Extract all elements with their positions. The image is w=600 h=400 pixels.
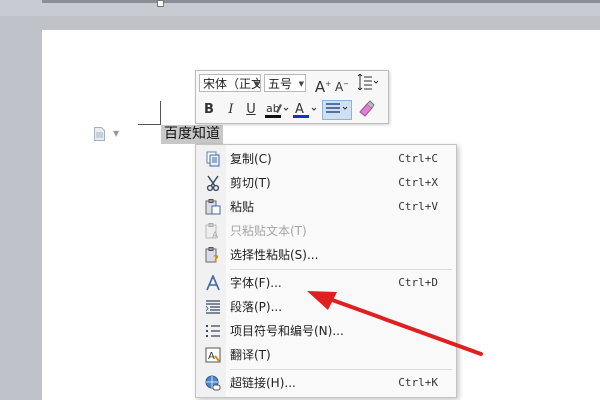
- font-name-value: 宋体（正文）: [203, 77, 260, 91]
- menu-item-paste-text-only: A 只粘贴文本(T): [196, 219, 456, 243]
- margin-corner-mark: [138, 124, 160, 125]
- paste-text-icon: A: [205, 223, 219, 239]
- font-name-select[interactable]: 宋体（正文） ▼: [199, 74, 261, 92]
- menu-item-label: 项目符号和编号(N)...: [230, 324, 344, 338]
- menu-item-font[interactable]: 字体(F)... Ctrl+D: [196, 271, 456, 295]
- shrink-font-icon: A: [334, 80, 344, 94]
- line-spacing-icon: [357, 73, 379, 91]
- menu-item-label: 只粘贴文本(T): [230, 224, 307, 238]
- menu-separator: [230, 269, 452, 270]
- svg-text:A: A: [212, 231, 219, 239]
- menu-item-label: 粘贴: [230, 200, 255, 214]
- menu-item-shortcut: Ctrl+K: [398, 376, 438, 389]
- grow-font-button[interactable]: A+: [314, 74, 332, 96]
- menu-item-shortcut: Ctrl+D: [398, 276, 438, 289]
- line-spacing-button[interactable]: [354, 73, 380, 94]
- font-color-icon: A: [293, 102, 317, 118]
- indent-marker[interactable]: [157, 0, 164, 7]
- shrink-font-button[interactable]: A−: [334, 74, 350, 94]
- highlighter-icon: ab: [265, 102, 289, 118]
- font-size-value: 五号: [268, 77, 293, 91]
- paragraph-layout-icon[interactable]: [94, 127, 105, 141]
- menu-item-label: 复制(C): [230, 152, 272, 166]
- paste-special-icon: ?: [205, 247, 219, 263]
- bold-button[interactable]: B: [200, 100, 218, 120]
- font-color-button[interactable]: A: [292, 100, 318, 120]
- menu-item-label: 翻译(T): [230, 348, 271, 362]
- format-painter-button[interactable]: [356, 100, 376, 120]
- align-justify-icon: [326, 103, 348, 113]
- svg-text:ab: ab: [266, 102, 280, 115]
- ruler-band: [42, 0, 600, 3]
- toolbar-row-1: 宋体（正文） ▼ 五号 ▼ A+ A−: [196, 71, 388, 97]
- menu-item-label: 超链接(H)...: [230, 376, 296, 390]
- svg-text:A: A: [208, 351, 215, 362]
- eraser-icon: [359, 100, 375, 117]
- mini-format-toolbar: 宋体（正文） ▼ 五号 ▼ A+ A− B I U ab: [195, 70, 389, 124]
- menu-item-cut[interactable]: 剪切(T) Ctrl+X: [196, 171, 456, 195]
- margin-corner-mark-vertical: [160, 101, 161, 125]
- paragraph-icon: [205, 300, 220, 314]
- paste-icon: [205, 199, 221, 215]
- menu-item-label: 剪切(T): [230, 176, 271, 190]
- menu-item-bullets-numbering[interactable]: 项目符号和编号(N)...: [196, 319, 456, 343]
- toolbar-row-2: B I U ab A: [196, 97, 388, 123]
- top-ruler: [0, 0, 600, 16]
- list-icon: [206, 325, 220, 337]
- hyperlink-globe-icon: [205, 375, 221, 391]
- chevron-down-icon[interactable]: ▼: [113, 129, 119, 138]
- chevron-down-icon: ▼: [298, 80, 304, 88]
- font-icon: [206, 275, 220, 291]
- menu-separator: [230, 369, 452, 370]
- menu-item-translate[interactable]: A 翻译(T): [196, 343, 456, 367]
- scissors-icon: [206, 175, 220, 191]
- align-button[interactable]: [322, 100, 352, 120]
- menu-item-paste[interactable]: 粘贴 Ctrl+V: [196, 195, 456, 219]
- grow-font-icon: A: [314, 78, 326, 96]
- menu-item-paste-special[interactable]: ? 选择性粘贴(S)...: [196, 243, 456, 267]
- menu-item-label: 选择性粘贴(S)...: [230, 248, 319, 262]
- underline-button[interactable]: U: [242, 100, 260, 120]
- highlight-button[interactable]: ab: [264, 100, 290, 120]
- menu-item-shortcut: Ctrl+X: [398, 176, 438, 189]
- copy-icon: [206, 151, 220, 167]
- context-menu: 复制(C) Ctrl+C 剪切(T) Ctrl+X 粘贴 Ctrl+V A 只粘…: [195, 144, 457, 398]
- font-size-select[interactable]: 五号 ▼: [264, 74, 306, 92]
- menu-item-paragraph[interactable]: 段落(P)...: [196, 295, 456, 319]
- menu-item-label: 字体(F)...: [230, 276, 282, 290]
- menu-item-shortcut: Ctrl+V: [398, 200, 438, 213]
- menu-item-label: 段落(P)...: [230, 300, 283, 314]
- menu-item-copy[interactable]: 复制(C) Ctrl+C: [196, 147, 456, 171]
- italic-button[interactable]: I: [222, 100, 240, 120]
- chevron-down-icon: ▼: [253, 80, 259, 88]
- svg-text:?: ?: [213, 254, 219, 263]
- translate-icon: A: [205, 347, 221, 363]
- menu-item-shortcut: Ctrl+C: [398, 152, 438, 165]
- selected-text[interactable]: 百度知道: [161, 125, 223, 144]
- menu-item-hyperlink[interactable]: 超链接(H)... Ctrl+K: [196, 371, 456, 395]
- svg-text:A: A: [295, 102, 304, 117]
